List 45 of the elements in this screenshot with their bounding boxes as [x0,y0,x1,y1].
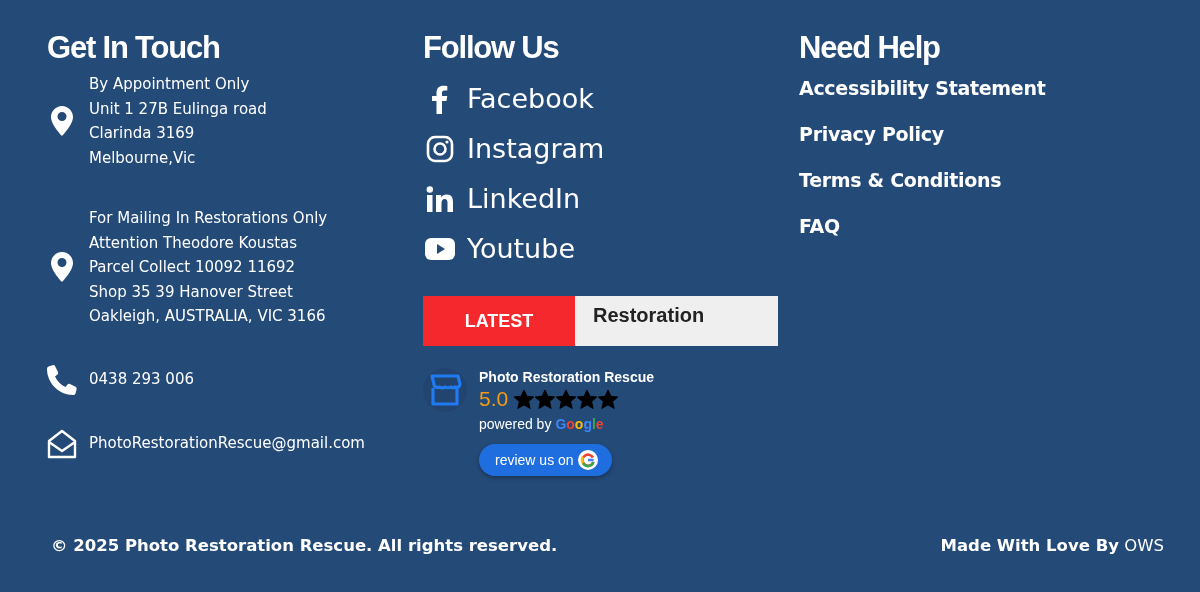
help-link[interactable]: FAQ [799,214,1200,239]
business-name: Photo Restoration Rescue [479,368,655,386]
contact-text: Melbourne,Vic [89,147,197,169]
google-g-icon [577,450,598,470]
contact-text: Unit 1 27B Eulinga road [89,98,267,120]
contact-text: 0438 293 006 [89,369,194,391]
section-title: Need Help [799,30,941,66]
location-pin-icon [51,252,73,283]
star-icon [535,389,556,409]
star-icon [577,389,598,409]
location-pin-icon [51,106,73,136]
copyright-text: © 2025 Photo Restoration Rescue. All rights reserved. [51,536,558,555]
latest-badge: LATEST [423,296,575,346]
social-link[interactable]: Facebook [467,74,594,124]
contact-text: Oakleigh, AUSTRALIA, VIC 3166 [89,306,327,327]
phone-icon [47,364,77,395]
review-button[interactable]: review us on [479,444,612,476]
star-icon [556,389,577,409]
star-icon [598,389,619,409]
social-link[interactable]: Instagram [467,124,605,174]
contact-text: Parcel Collect 10092 11692 [89,257,297,278]
youtube-icon [425,238,455,260]
contact-text: Shop 35 39 Hanover Street [89,281,294,303]
help-link[interactable]: Terms & Conditions [799,168,1200,193]
open-envelope-icon [47,428,77,459]
help-link[interactable]: Accessibility Statement [799,76,1200,101]
instagram-icon [426,135,454,163]
contact-text: Clarinda 3169 [89,123,196,144]
powered-by-text: powered by [479,416,552,432]
store-icon [423,368,467,412]
help-link[interactable]: Privacy Policy [799,122,1200,147]
rating-value: 5.0 [479,386,509,412]
section-title: Get In Touch [47,30,221,66]
contact-text: Attention Theodore Koustas [89,232,299,254]
google-wordmark: Google [555,416,604,432]
contact-text: For Mailing In Restorations Only [89,208,328,229]
contact-text: PhotoRestorationRescue@gmail.com [89,433,365,455]
star-icon [514,389,535,409]
contact-text: By Appointment Only [89,74,251,95]
linkedin-icon [426,185,454,213]
credit-text: Made With Love By OWS [940,536,1164,555]
section-title: Follow Us [423,30,560,66]
social-link[interactable]: Youtube [467,224,575,274]
social-link[interactable]: LinkedIn [467,174,581,224]
news-ticker-text[interactable]: Restoration [575,296,778,346]
